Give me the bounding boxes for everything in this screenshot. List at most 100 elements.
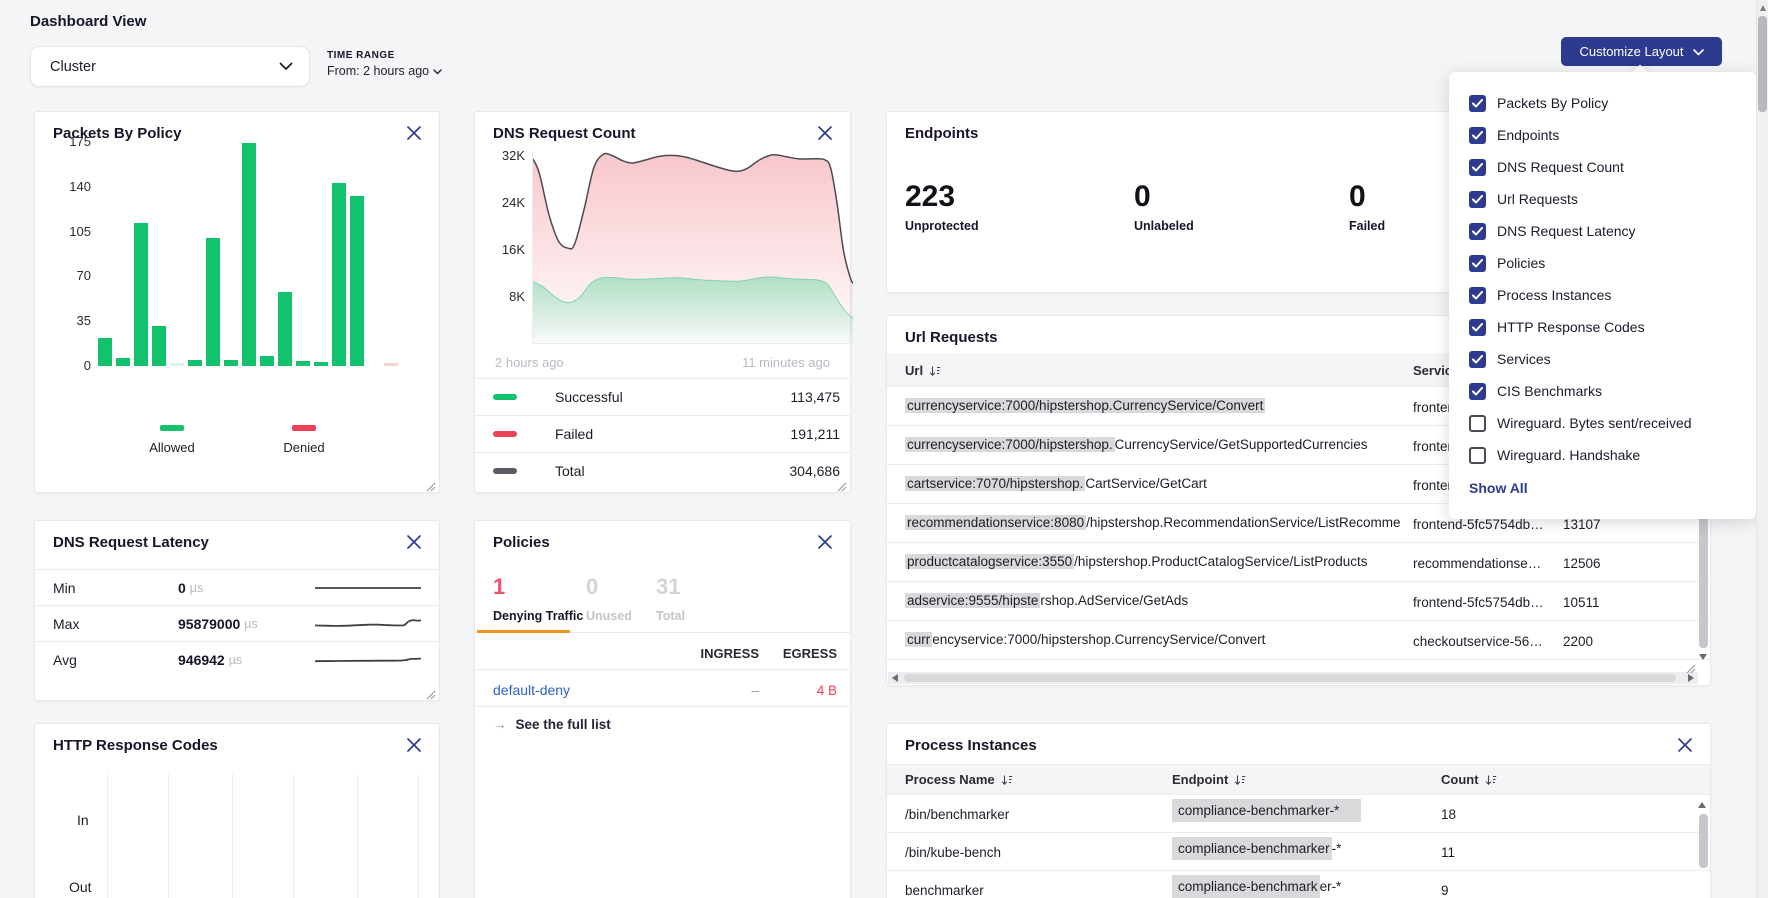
url-request-row: adservice:9555/hipstershop.AdService/Get… <box>887 582 1710 621</box>
close-icon[interactable] <box>406 737 424 755</box>
checkbox-checked-icon[interactable] <box>1469 383 1486 400</box>
sort-icon <box>1234 774 1246 786</box>
time-range-label: TIME RANGE <box>327 50 442 61</box>
bar <box>242 143 256 366</box>
resize-handle-icon[interactable] <box>426 479 436 489</box>
widget-http-response-codes: HTTP Response Codes In Out <box>34 723 440 898</box>
tab-denying-traffic[interactable]: 1 Denying Traffic <box>493 576 583 623</box>
widget-title: DNS Request Count <box>493 125 636 142</box>
widget-dns-request-count: DNS Request Count 8K16K24K32K <box>474 111 851 493</box>
checkbox-checked-icon[interactable] <box>1469 287 1486 304</box>
resize-handle-icon[interactable] <box>426 687 436 697</box>
service-cell: checkoutservice-56… <box>1413 634 1555 649</box>
checkbox-checked-icon[interactable] <box>1469 223 1486 240</box>
menu-item[interactable]: Packets By Policy <box>1469 87 1736 119</box>
horizontal-scrollbar-thumb[interactable] <box>904 674 1676 682</box>
horizontal-scrollbar[interactable] <box>888 672 1698 684</box>
checkbox-checked-icon[interactable] <box>1469 95 1486 112</box>
tab-total[interactable]: 31 Total <box>656 576 685 623</box>
count-cell: 2200 <box>1563 634 1593 649</box>
legend-row-successful: Successful 113,475 <box>475 378 850 415</box>
widget-packets-by-policy: Packets By Policy 03570105140175 Allowed… <box>34 111 440 493</box>
checkbox-checked-icon[interactable] <box>1469 191 1486 208</box>
checkbox-unchecked-icon[interactable] <box>1469 447 1486 464</box>
checkbox-unchecked-icon[interactable] <box>1469 415 1486 432</box>
x-axis-start-label: 2 hours ago <box>495 355 564 370</box>
checkbox-checked-icon[interactable] <box>1469 351 1486 368</box>
stat-label: Failed <box>1349 219 1385 233</box>
checkbox-checked-icon[interactable] <box>1469 319 1486 336</box>
dashboard-screen: Dashboard View Cluster TIME RANGE From: … <box>0 0 1768 898</box>
legend-label: Total <box>555 463 789 479</box>
stat-value: 0 <box>1349 182 1385 212</box>
menu-item[interactable]: DNS Request Latency <box>1469 215 1736 247</box>
legend-label: Successful <box>555 389 790 405</box>
menu-item[interactable]: Endpoints <box>1469 119 1736 151</box>
checkbox-checked-icon[interactable] <box>1469 159 1486 176</box>
column-header-url[interactable]: Url <box>905 363 941 378</box>
url-cell: currencyservice:7000/hipstershop.Currenc… <box>905 632 1400 647</box>
menu-item-label: Services <box>1497 351 1551 367</box>
customize-layout-menu: Packets By Policy EndpointsDNS Request Co… <box>1449 72 1756 519</box>
arrow-right-icon: → <box>493 717 507 732</box>
scroll-up-arrow-icon[interactable] <box>1698 802 1706 808</box>
count-cell: 11 <box>1441 845 1455 860</box>
heatmap-grid <box>35 774 439 898</box>
bar <box>98 338 112 366</box>
menu-item[interactable]: Wireguard. Bytes sent/received <box>1469 407 1736 439</box>
menu-item[interactable]: Services <box>1469 343 1736 375</box>
checkbox-checked-icon[interactable] <box>1469 255 1486 272</box>
menu-item[interactable]: Policies <box>1469 247 1736 279</box>
view-selector[interactable]: Cluster <box>30 46 310 87</box>
resize-handle-icon[interactable] <box>1686 661 1696 671</box>
column-header-process-name[interactable]: Process Name <box>905 772 1013 787</box>
checkbox-checked-icon[interactable] <box>1469 127 1486 144</box>
url-cell: recommendationservice:8080/hipstershop.R… <box>905 515 1400 530</box>
page-scrollbar-thumb[interactable] <box>1758 16 1767 112</box>
page-scrollbar[interactable] <box>1756 0 1768 898</box>
scroll-down-arrow-icon[interactable] <box>1699 654 1707 660</box>
menu-item-label: Wireguard. Handshake <box>1497 447 1640 463</box>
count-cell: 12506 <box>1563 556 1601 571</box>
process-name-cell: /bin/kube-bench <box>905 845 1001 860</box>
x-axis-end-label: 11 minutes ago <box>742 355 830 370</box>
menu-item[interactable]: HTTP Response Codes <box>1469 311 1736 343</box>
service-cell: frontend-5fc5754db… <box>1413 595 1555 610</box>
bar <box>206 238 220 366</box>
close-icon[interactable] <box>1677 737 1695 755</box>
endpoint-cell: compliance-benchmarker-* <box>1172 803 1361 818</box>
sparkline-max <box>315 616 421 632</box>
close-icon[interactable] <box>406 125 424 143</box>
bar <box>170 363 184 366</box>
scroll-right-arrow-icon[interactable] <box>1688 674 1694 682</box>
menu-item[interactable]: CIS Benchmarks <box>1469 375 1736 407</box>
column-header-count[interactable]: Count <box>1441 772 1497 787</box>
process-name-cell: benchmarker <box>905 883 984 898</box>
see-full-list-link[interactable]: → See the full list <box>493 717 611 732</box>
count-cell: 18 <box>1441 807 1456 822</box>
tab-unused[interactable]: 0 Unused <box>586 576 632 623</box>
menu-item[interactable]: Process Instances <box>1469 279 1736 311</box>
legend-label: Failed <box>555 426 790 442</box>
service-cell: recommendationse… <box>1413 556 1555 571</box>
widget-title: Endpoints <box>905 125 978 142</box>
menu-item[interactable]: Wireguard. Handshake <box>1469 439 1736 471</box>
process-instance-row: benchmarkercompliance-benchmarker-*9 <box>887 871 1710 898</box>
close-icon[interactable] <box>406 534 424 552</box>
close-icon[interactable] <box>817 534 835 552</box>
time-range[interactable]: TIME RANGE From: 2 hours ago <box>327 50 442 78</box>
menu-item[interactable]: DNS Request Count <box>1469 151 1736 183</box>
show-all-link[interactable]: Show All <box>1469 480 1736 496</box>
menu-item-label: Packets By Policy <box>1497 95 1608 111</box>
close-icon[interactable] <box>817 125 835 143</box>
resize-handle-icon[interactable] <box>837 479 847 489</box>
denied-swatch <box>292 425 316 431</box>
process-instance-row: /bin/benchmarkercompliance-benchmarker-*… <box>887 795 1710 833</box>
scroll-left-arrow-icon[interactable] <box>892 674 898 682</box>
url-cell: cartservice:7070/hipstershop.CartService… <box>905 476 1400 491</box>
menu-item[interactable]: Url Requests <box>1469 183 1736 215</box>
column-header-endpoint[interactable]: Endpoint <box>1172 772 1246 787</box>
vertical-scrollbar[interactable] <box>1699 814 1708 868</box>
latency-row-min: Min 0 µs <box>35 569 439 605</box>
customize-layout-button[interactable]: Customize Layout <box>1561 37 1722 66</box>
